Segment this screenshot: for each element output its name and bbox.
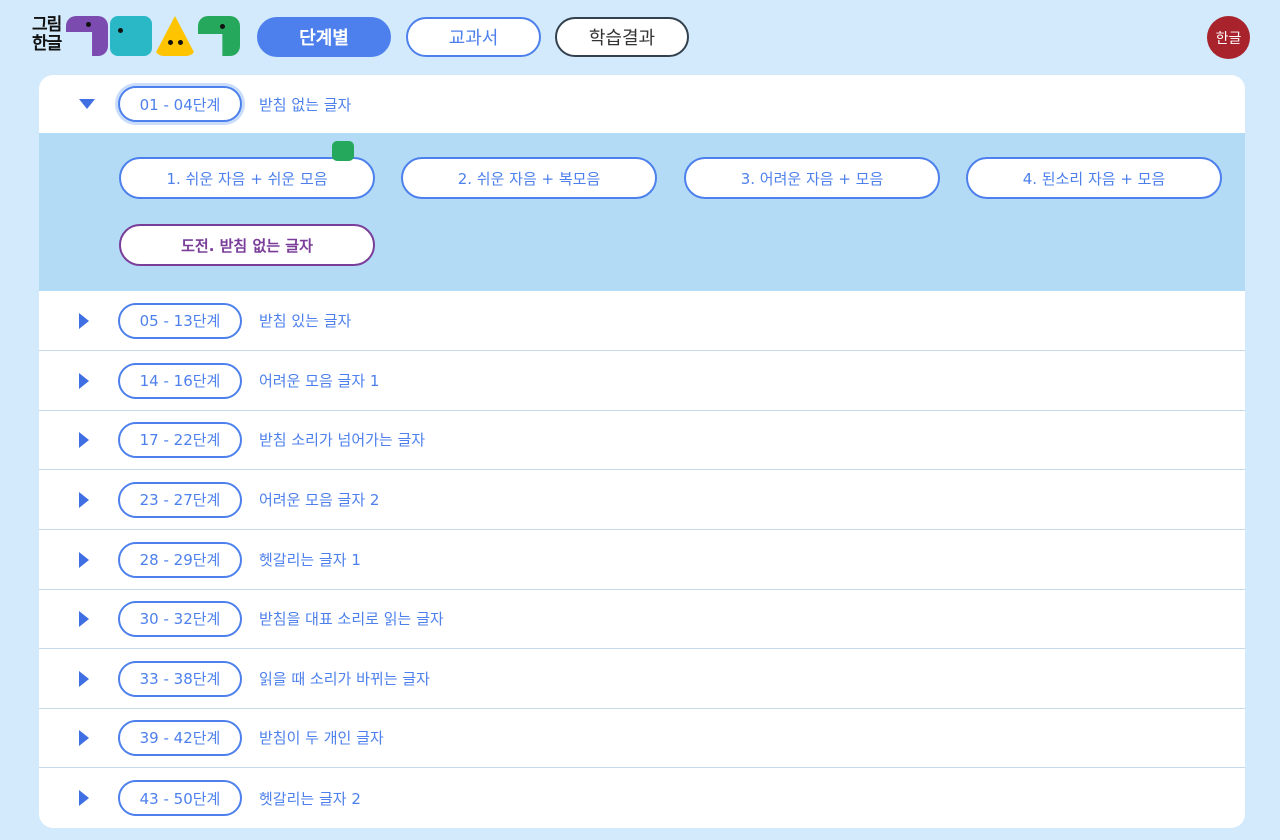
stage-row[interactable]: 17 - 22단계 받침 소리가 넘어가는 글자 <box>39 410 1245 470</box>
header: 그림 한글 단계별 교과서 학습결과 한글 <box>0 0 1280 74</box>
stage-row[interactable]: 30 - 32단계 받침을 대표 소리로 읽는 글자 <box>39 589 1245 649</box>
tab-stage[interactable]: 단계별 <box>257 17 391 57</box>
expand-arrow-icon[interactable] <box>79 372 89 389</box>
tab-textbook[interactable]: 교과서 <box>406 17 541 57</box>
stage-description: 헷갈리는 글자 2 <box>259 789 361 808</box>
expand-arrow-icon[interactable] <box>79 551 89 568</box>
collapse-arrow-icon[interactable] <box>79 99 95 109</box>
stage-description: 받침이 두 개인 글자 <box>259 729 384 747</box>
stage-row[interactable]: 23 - 27단계 어려운 모음 글자 2 <box>39 470 1245 530</box>
expand-arrow-icon[interactable] <box>79 729 89 746</box>
stage-row[interactable]: 33 - 38단계 읽을 때 소리가 바뀌는 글자 <box>39 649 1245 709</box>
stage-range-button[interactable]: 43 - 50단계 <box>118 780 242 816</box>
stage-description: 어려운 모음 글자 2 <box>259 491 380 509</box>
stage-description: 받침을 대표 소리로 읽는 글자 <box>259 610 444 628</box>
tab-results[interactable]: 학습결과 <box>555 17 689 57</box>
stage-range-button[interactable]: 30 - 32단계 <box>118 600 242 637</box>
expand-arrow-icon[interactable] <box>79 610 89 627</box>
stage-range-button[interactable]: 33 - 38단계 <box>118 660 242 697</box>
challenge-button[interactable]: 도전. 받침 없는 글자 <box>119 224 375 266</box>
logo-text: 그림 한글 <box>32 15 62 54</box>
stage-description: 받침 없는 글자 <box>259 95 352 114</box>
sub-item-button[interactable]: 2. 쉬운 자음 + 복모음 <box>401 157 657 199</box>
logo-text-line2: 한글 <box>32 34 62 54</box>
stage-description: 어려운 모음 글자 1 <box>259 372 380 390</box>
logo[interactable]: 그림 한글 <box>32 14 244 60</box>
logo-character-green <box>198 16 240 56</box>
expand-arrow-icon[interactable] <box>79 431 89 448</box>
logo-characters <box>66 16 240 56</box>
stage-range-button[interactable]: 01 - 04단계 <box>118 86 242 122</box>
logo-character-yellow <box>154 16 196 56</box>
expand-arrow-icon[interactable] <box>79 491 89 508</box>
stage-range-button[interactable]: 39 - 42단계 <box>118 719 242 756</box>
stage-row[interactable]: 01 - 04단계 받침 없는 글자 <box>39 75 1245 133</box>
sub-item-button[interactable]: 3. 어려운 자음 + 모음 <box>684 157 940 199</box>
logo-character-purple <box>66 16 108 56</box>
stage-list-panel: 01 - 04단계 받침 없는 글자 1. 쉬운 자음 + 쉬운 모음 2. 쉬… <box>39 75 1245 828</box>
expand-arrow-icon[interactable] <box>79 670 89 687</box>
language-button[interactable]: 한글 <box>1207 16 1250 59</box>
stage-range-button[interactable]: 14 - 16단계 <box>118 362 242 399</box>
stage-range-button[interactable]: 23 - 27단계 <box>118 481 242 518</box>
character-badge-icon <box>332 141 354 161</box>
stage-row[interactable]: 14 - 16단계 어려운 모음 글자 1 <box>39 351 1245 411</box>
expand-arrow-icon[interactable] <box>79 312 89 329</box>
stage-row[interactable]: 28 - 29단계 헷갈리는 글자 1 <box>39 530 1245 590</box>
stage-row[interactable]: 43 - 50단계 헷갈리는 글자 2 <box>39 768 1245 828</box>
expand-arrow-icon[interactable] <box>79 790 89 806</box>
logo-character-teal <box>110 16 152 56</box>
stage-range-button[interactable]: 05 - 13단계 <box>118 302 242 339</box>
stage-description: 읽을 때 소리가 바뀌는 글자 <box>259 670 430 688</box>
sub-item-button[interactable]: 1. 쉬운 자음 + 쉬운 모음 <box>119 157 375 199</box>
logo-text-line1: 그림 <box>32 15 62 35</box>
stage-row[interactable]: 39 - 42단계 받침이 두 개인 글자 <box>39 708 1245 768</box>
stage-range-button[interactable]: 17 - 22단계 <box>118 421 242 458</box>
stage-description: 받침 소리가 넘어가는 글자 <box>259 431 426 449</box>
sub-item-button[interactable]: 4. 된소리 자음 + 모음 <box>966 157 1222 199</box>
stage-description: 받침 있는 글자 <box>259 312 352 330</box>
stage-sub-panel: 1. 쉬운 자음 + 쉬운 모음 2. 쉬운 자음 + 복모음 3. 어려운 자… <box>39 133 1245 291</box>
stage-row[interactable]: 05 - 13단계 받침 있는 글자 <box>39 291 1245 351</box>
stage-range-button[interactable]: 28 - 29단계 <box>118 541 242 578</box>
stage-description: 헷갈리는 글자 1 <box>259 551 361 569</box>
